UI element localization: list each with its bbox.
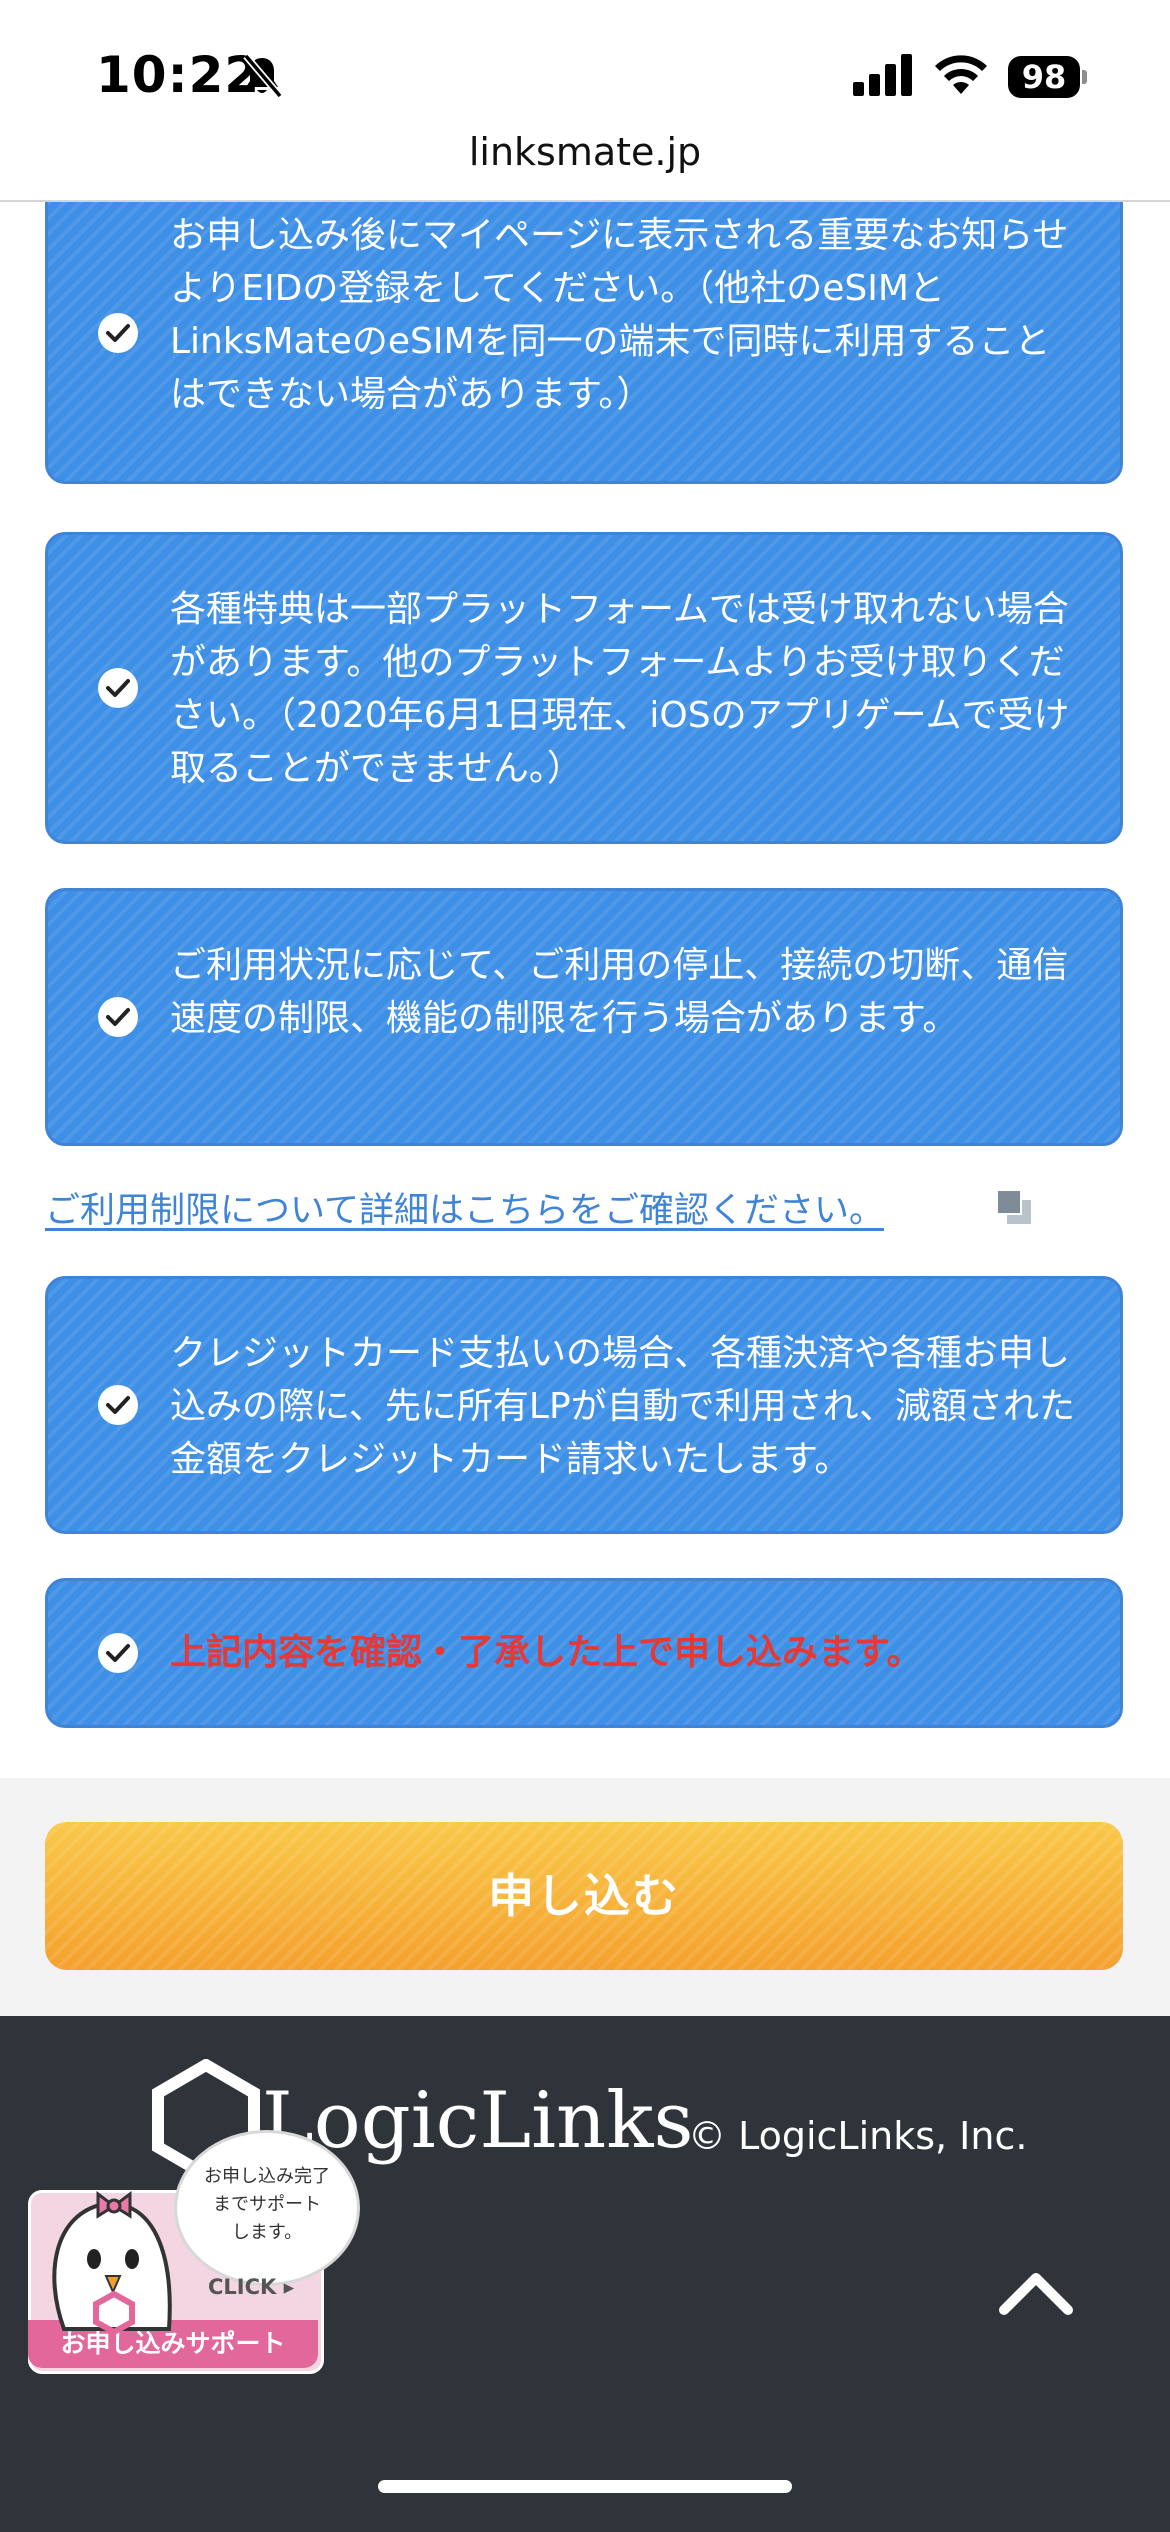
browser-url[interactable]: linksmate.jp xyxy=(0,130,1170,174)
terms-checkbox-restriction[interactable]: ご利用状況に応じて、ご利用の停止、接続の切断、通信速度の制限、機能の制限を行う場… xyxy=(45,888,1123,1146)
terms-checkbox-bonus[interactable]: 各種特典は一部プラットフォームでは受け取れない場合があります。他のプラットフォー… xyxy=(45,532,1123,844)
battery-indicator: 98 xyxy=(1008,56,1080,98)
home-indicator xyxy=(378,2480,792,2493)
support-speech-bubble: お申し込み完了 までサポート します。 xyxy=(174,2130,360,2286)
bubble-line: します。 xyxy=(231,2222,303,2243)
scroll-to-top-icon[interactable] xyxy=(996,2266,1076,2318)
wifi-icon xyxy=(935,55,987,94)
check-icon xyxy=(98,997,138,1037)
agree-checkbox[interactable]: 上記内容を確認・了承した上で申し込みます。 xyxy=(45,1578,1123,1728)
external-link-icon xyxy=(996,1189,1031,1224)
click-label: CLICK ▸ xyxy=(208,2275,295,2299)
terms-text: 各種特典は一部プラットフォームでは受け取れない場合があります。他のプラットフォー… xyxy=(170,589,1070,789)
check-icon xyxy=(98,1633,138,1673)
terms-content: お申し込み後にマイページに表示される重要なお知らせよりEIDの登録をしてください… xyxy=(0,202,1170,1778)
status-bar: 10:22 98 linksmate.jp xyxy=(0,0,1170,174)
status-time: 10:22 xyxy=(96,46,261,104)
restriction-detail-link[interactable]: ご利用制限について詳細はこちらをご確認ください。 xyxy=(45,1182,884,1233)
terms-checkbox-credit[interactable]: クレジットカード支払いの場合、各種決済や各種お申し込みの際に、先に所有LPが自動… xyxy=(45,1276,1123,1534)
bubble-line: お申し込み完了 xyxy=(204,2166,330,2187)
application-support-badge[interactable]: お申し込みサポート お申し込み完了 までサポート します。 CLICK ▸ xyxy=(28,2130,360,2374)
check-icon xyxy=(98,668,138,708)
bell-muted-icon xyxy=(243,53,283,99)
terms-text: ご利用状況に応じて、ご利用の停止、接続の切断、通信速度の制限、機能の制限を行う場… xyxy=(170,945,1069,1039)
bubble-line: までサポート xyxy=(213,2194,321,2215)
check-icon xyxy=(98,313,138,353)
agree-text: 上記内容を確認・了承した上で申し込みます。 xyxy=(170,1632,923,1673)
submit-area: 申し込む xyxy=(0,1778,1170,2016)
footer-copyright: © LogicLinks, Inc. xyxy=(688,2114,1028,2158)
battery-tip xyxy=(1082,70,1087,84)
check-icon xyxy=(98,1385,138,1425)
terms-text: お申し込み後にマイページに表示される重要なお知らせよりEIDの登録をしてください… xyxy=(170,215,1069,415)
click-text: CLICK xyxy=(208,2275,277,2299)
terms-text: クレジットカード支払いの場合、各種決済や各種お申し込みの際に、先に所有LPが自動… xyxy=(170,1333,1076,1480)
submit-button[interactable]: 申し込む xyxy=(45,1822,1123,1970)
terms-checkbox-eid[interactable]: お申し込み後にマイページに表示される重要なお知らせよりEIDの登録をしてください… xyxy=(45,202,1123,484)
cellular-signal-icon xyxy=(853,54,912,96)
